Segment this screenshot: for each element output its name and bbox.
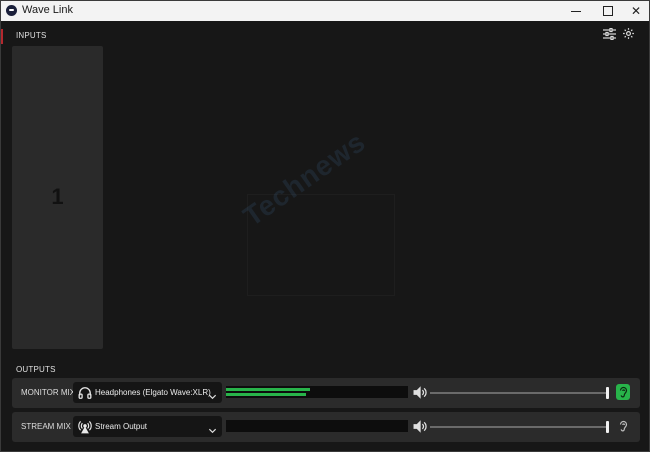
stream-mix-row: STREAM MIX Stream Output xyxy=(12,412,640,442)
monitor-mix-label: MONITOR MIX xyxy=(21,388,76,397)
ear-icon xyxy=(619,386,627,398)
monitor-level-meter xyxy=(226,386,408,398)
stream-listen-toggle[interactable] xyxy=(616,418,630,434)
speaker-icon[interactable] xyxy=(413,420,427,433)
minimize-icon xyxy=(571,10,581,12)
maximize-button[interactable] xyxy=(593,1,623,21)
monitor-meter-right xyxy=(226,393,306,396)
input-channel-1[interactable]: 1 xyxy=(12,46,103,349)
monitor-device-name: Headphones (Elgato Wave:XLR) xyxy=(95,388,211,397)
speaker-icon[interactable] xyxy=(413,386,427,399)
monitor-volume-slider[interactable] xyxy=(430,387,609,399)
minimize-button[interactable] xyxy=(561,1,591,21)
chevron-down-icon xyxy=(208,422,217,434)
broadcast-icon xyxy=(78,420,92,434)
monitor-meter-left xyxy=(226,388,310,391)
wave-link-logo-icon xyxy=(6,5,17,16)
sliders-icon[interactable] xyxy=(603,27,616,40)
inputs-section-label: INPUTS xyxy=(16,31,47,40)
monitor-mix-row: MONITOR MIX Headphones (Elgato Wave:XLR) xyxy=(12,378,640,408)
headphones-icon xyxy=(78,386,92,400)
outputs-section-label: OUTPUTS xyxy=(16,365,56,374)
ear-icon xyxy=(619,420,627,432)
red-accent-bar xyxy=(1,29,3,44)
monitor-device-dropdown[interactable]: Headphones (Elgato Wave:XLR) xyxy=(73,382,222,403)
stream-level-meter xyxy=(226,420,408,432)
maximize-icon xyxy=(603,6,613,16)
stream-volume-handle[interactable] xyxy=(606,421,609,433)
main-content: INPUTS 1 Technews OUTPUTS MONITOR MIX He… xyxy=(1,21,649,451)
chevron-down-icon xyxy=(208,388,217,400)
title-bar[interactable]: Wave Link ✕ xyxy=(1,1,649,21)
top-right-toolbar xyxy=(603,27,635,40)
stream-device-name: Stream Output xyxy=(95,422,148,431)
monitor-listen-toggle[interactable] xyxy=(616,384,630,400)
monitor-volume-handle[interactable] xyxy=(606,387,609,399)
window-title: Wave Link xyxy=(22,4,73,16)
channel-number: 1 xyxy=(51,184,64,209)
stream-volume-slider[interactable] xyxy=(430,421,609,433)
stream-device-dropdown[interactable]: Stream Output xyxy=(73,416,222,437)
stream-mix-label: STREAM MIX xyxy=(21,422,71,431)
app-window: Wave Link ✕ INPUTS 1 Technews OUTPUTS MO… xyxy=(0,0,650,452)
gear-icon[interactable] xyxy=(622,27,635,40)
close-button[interactable]: ✕ xyxy=(621,1,649,21)
close-icon: ✕ xyxy=(630,4,642,18)
